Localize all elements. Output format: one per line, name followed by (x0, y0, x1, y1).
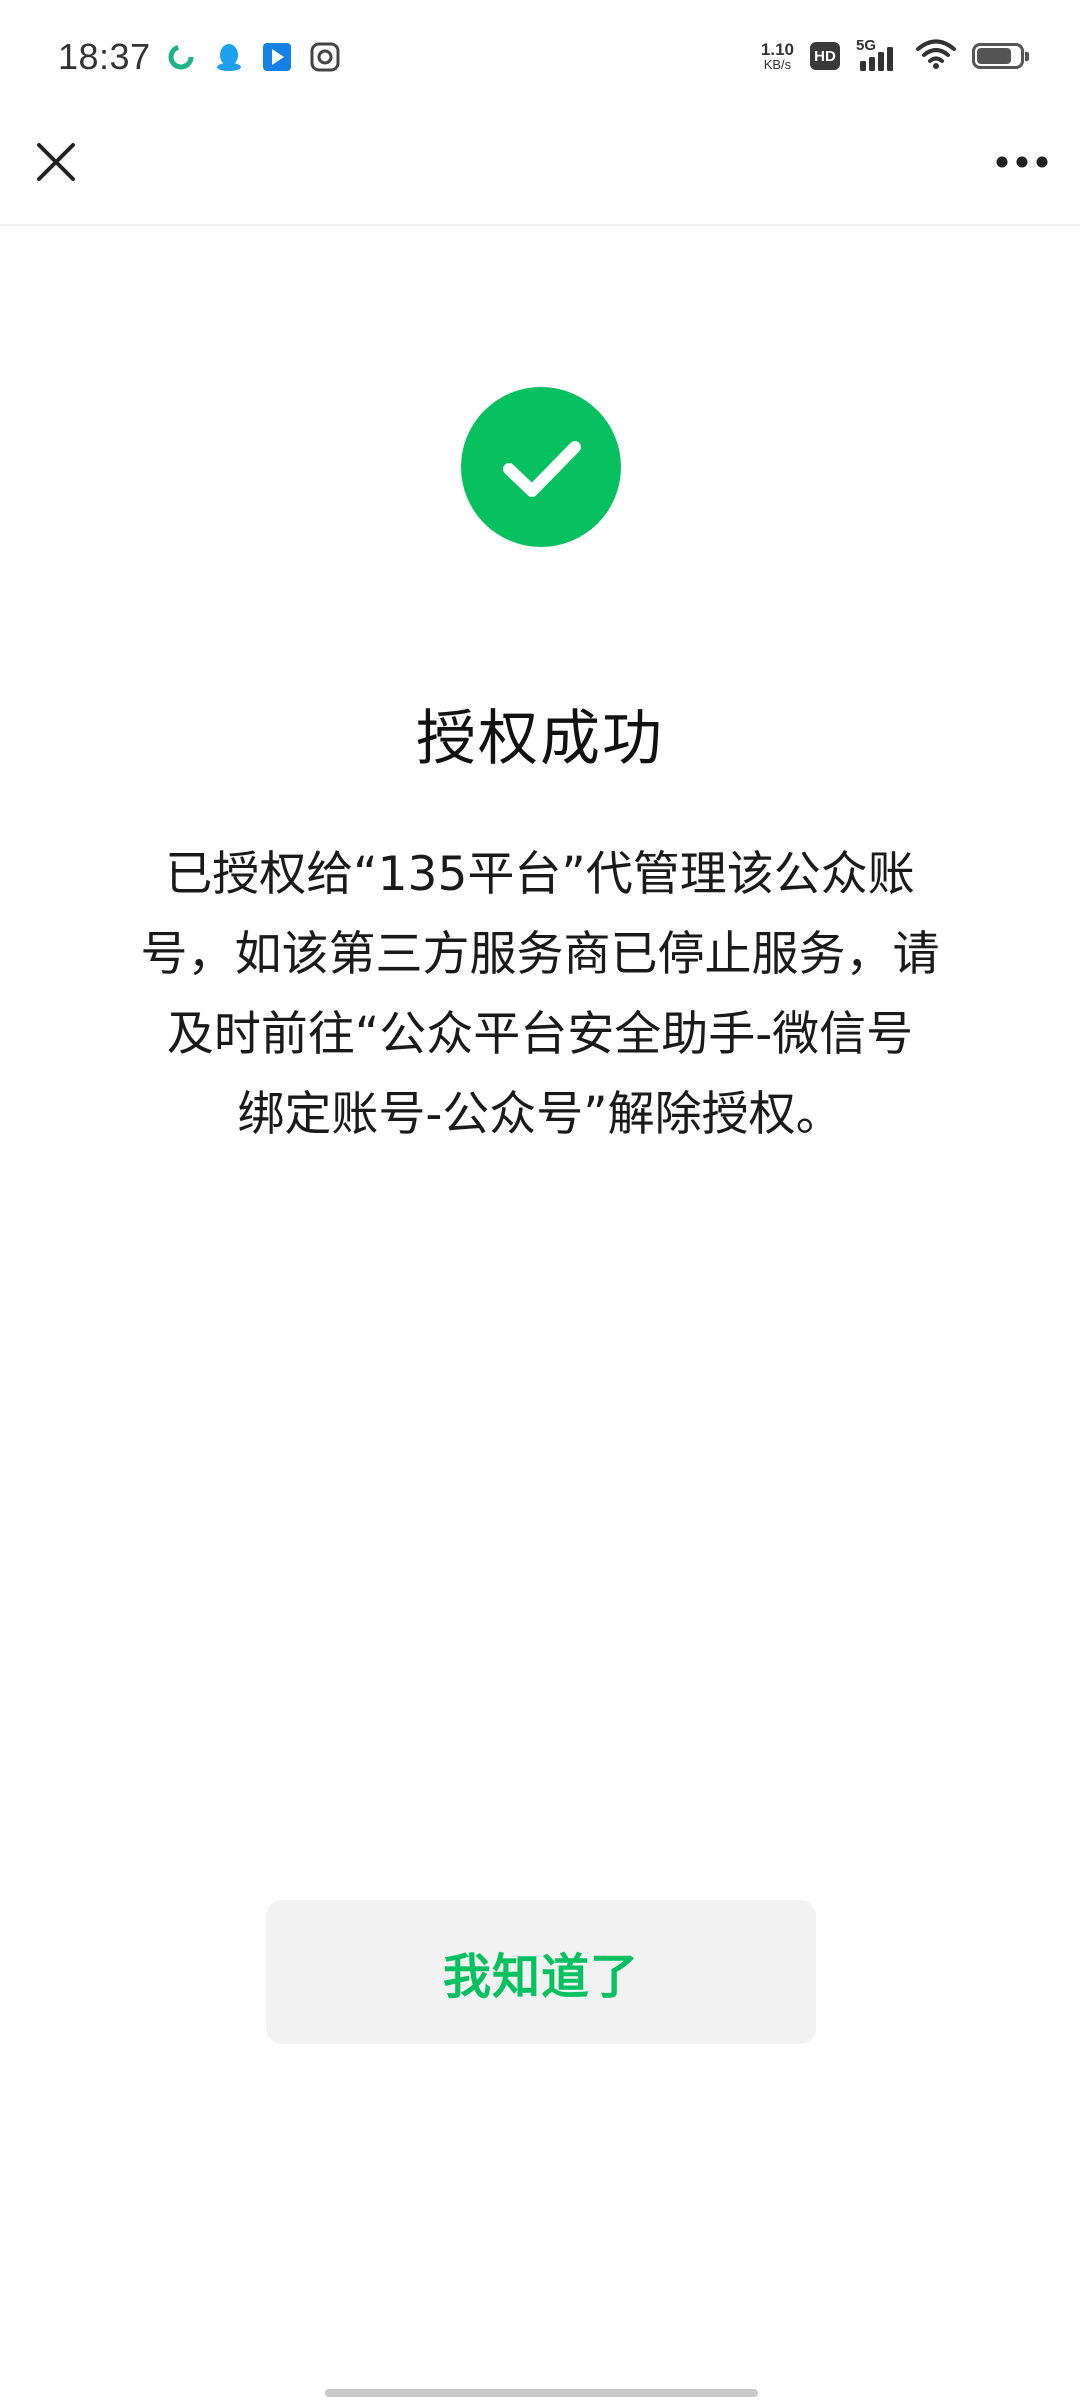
more-dots-icon (996, 156, 1048, 168)
network-speed: 1.10 KB/s (761, 41, 794, 71)
app-green-swirl-icon (166, 42, 196, 72)
close-button[interactable] (28, 134, 84, 190)
battery-fill (977, 48, 1011, 64)
home-indicator[interactable] (325, 2389, 758, 2397)
battery-icon (972, 43, 1029, 69)
more-button[interactable] (986, 134, 1058, 190)
net-speed-unit: KB/s (763, 57, 792, 72)
net-speed-value: 1.10 (760, 40, 794, 59)
got-it-button[interactable]: 我知道了 (266, 1900, 816, 2044)
status-time: 18:37 (58, 36, 151, 77)
wifi-icon (916, 38, 956, 74)
signal-strength-icon: 5G (856, 37, 900, 73)
description-line: 及时前往“公众平台安全助手-微信号 (166, 1007, 914, 1062)
notification-icons (166, 42, 340, 72)
status-bar: 18:37 1.10 KB/s HD 5G (0, 0, 1080, 120)
description-line: 绑定账号-公众号”解除授权。 (237, 1087, 843, 1142)
nav-bar (0, 120, 1080, 226)
description-line: 已授权给“135平台”代管理该公众账 (165, 847, 915, 902)
blue-play-app-icon (262, 42, 292, 72)
hd-badge: HD (810, 42, 840, 70)
gallery-app-icon (310, 42, 340, 72)
authorization-description: 已授权给“135平台”代管理该公众账 号，如该第三方服务商已停止服务，请 及时前… (100, 835, 980, 1155)
description-line: 号，如该第三方服务商已停止服务，请 (140, 927, 940, 982)
status-indicators: 1.10 KB/s HD 5G (761, 37, 1029, 74)
close-icon (37, 143, 75, 181)
page-title: 授权成功 (416, 704, 664, 774)
success-check-icon (461, 387, 621, 547)
qq-penguin-icon (214, 42, 244, 72)
